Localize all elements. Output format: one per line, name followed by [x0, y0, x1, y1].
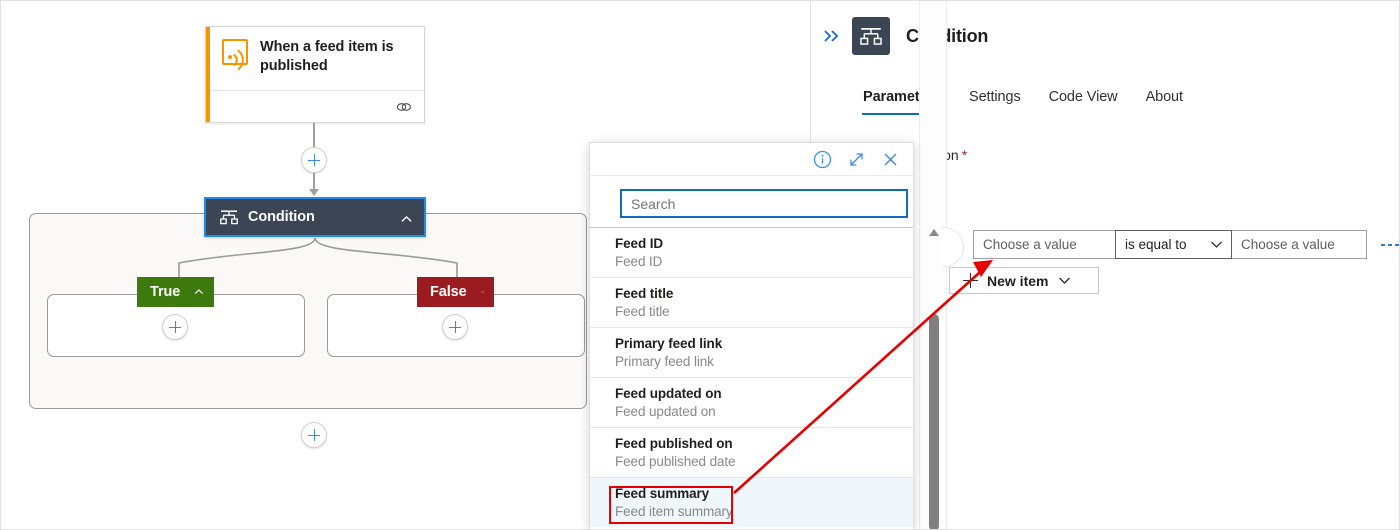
true-branch-chip[interactable]: True — [137, 277, 214, 307]
required-marker: * — [962, 147, 967, 163]
list-item-name: Primary feed link — [615, 335, 914, 353]
add-step-false-branch-button[interactable] — [442, 314, 468, 340]
tab-code-view[interactable]: Code View — [1035, 89, 1132, 115]
list-item[interactable]: Feed summary Feed item summary — [590, 477, 914, 527]
list-item[interactable]: Feed ID Feed ID — [590, 227, 914, 277]
panel-condition-icon-tile — [852, 17, 890, 55]
close-icon[interactable] — [881, 150, 900, 169]
condition-branch-icon — [860, 26, 882, 46]
plus-icon — [963, 273, 978, 288]
dynamic-content-panel: Feed ID Feed ID Feed title Feed title Pr… — [589, 142, 914, 530]
left-value-input[interactable]: Choose a value — [973, 230, 1115, 259]
search-input[interactable] — [620, 189, 908, 218]
list-item-name: Feed summary — [615, 485, 914, 503]
list-item-name: Feed title — [615, 285, 914, 303]
list-item[interactable]: Feed title Feed title — [590, 277, 914, 327]
list-item[interactable]: Feed published on Feed published date — [590, 427, 914, 477]
chevron-up-icon[interactable] — [401, 214, 412, 225]
panel-tabs: Parameters Settings Code View About — [849, 89, 1197, 115]
condition-node[interactable]: Condition — [204, 197, 426, 237]
chevron-up-icon[interactable] — [481, 287, 484, 297]
operator-dropdown-label: is equal to — [1125, 237, 1187, 252]
list-item[interactable]: Feed updated on Feed updated on — [590, 377, 914, 427]
dynamic-content-toolbar — [590, 143, 913, 176]
list-item-name: Feed updated on — [615, 385, 914, 403]
condition-node-label: Condition — [248, 209, 315, 225]
panel-header: Condition — [811, 1, 1400, 71]
false-branch-label: False — [430, 284, 467, 300]
list-item-desc: Feed item summary — [615, 503, 914, 521]
chevron-down-icon[interactable] — [1058, 276, 1071, 285]
triangle-up-icon[interactable] — [929, 229, 939, 236]
list-item-name: Feed published on — [615, 435, 914, 453]
list-item-desc: Feed updated on — [615, 403, 914, 421]
new-item-button[interactable]: New item — [949, 267, 1099, 294]
operator-dropdown[interactable]: is equal to — [1115, 230, 1232, 259]
list-item-desc: Feed ID — [615, 253, 914, 271]
add-step-after-condition-button[interactable] — [301, 422, 327, 448]
condition-expression-row: Choose a value is equal to Choose a valu… — [973, 230, 1399, 259]
right-value-input[interactable]: Choose a value — [1232, 230, 1367, 259]
screenshot-root: When a feed item is published True — [0, 0, 1400, 530]
expand-icon[interactable] — [847, 150, 866, 169]
tab-about[interactable]: About — [1132, 89, 1197, 115]
condition-branch-icon — [220, 209, 238, 225]
info-icon[interactable] — [813, 150, 832, 169]
scrollbar-thumb[interactable] — [929, 314, 939, 530]
false-branch-chip[interactable]: False — [417, 277, 494, 307]
dynamic-content-list[interactable]: Feed ID Feed ID Feed title Feed title Pr… — [590, 227, 914, 530]
double-chevron-right-icon[interactable] — [823, 29, 841, 43]
true-branch-label: True — [150, 284, 180, 300]
add-step-true-branch-button[interactable] — [162, 314, 188, 340]
list-item-desc: Feed published date — [615, 453, 914, 471]
chevron-down-icon[interactable] — [1210, 240, 1223, 249]
list-item-desc: Primary feed link — [615, 353, 914, 371]
tab-settings[interactable]: Settings — [955, 89, 1035, 115]
list-item-name: Feed ID — [615, 235, 914, 253]
chevron-up-icon[interactable] — [194, 287, 204, 297]
list-item-desc: Feed title — [615, 303, 914, 321]
list-item[interactable]: Primary feed link Primary feed link — [590, 327, 914, 377]
ellipsis-icon[interactable] — [1381, 244, 1399, 246]
new-item-label: New item — [987, 273, 1048, 289]
